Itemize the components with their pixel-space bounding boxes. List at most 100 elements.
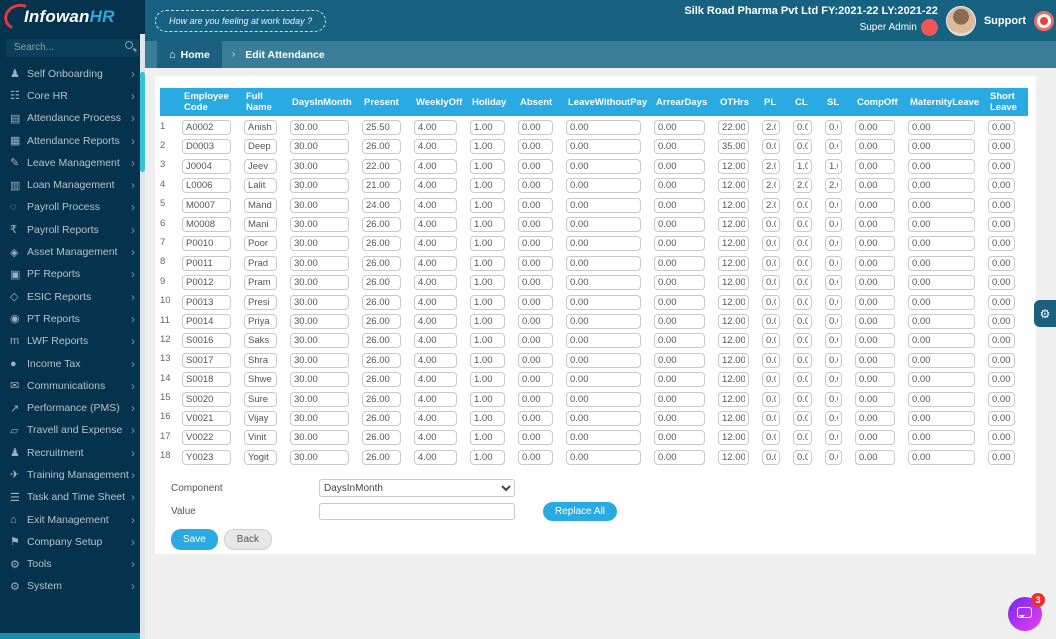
cell-input-arrear-days[interactable] xyxy=(654,158,705,174)
cell-input-ot-hrs[interactable] xyxy=(718,120,749,136)
cell-input-sl[interactable] xyxy=(825,158,842,174)
cell-input-absent[interactable] xyxy=(518,197,553,213)
cell-input-comp-off[interactable] xyxy=(855,120,895,136)
sidebar-search-input[interactable] xyxy=(6,38,139,57)
cell-input-days-in-month[interactable] xyxy=(290,372,349,388)
cell-input-sl[interactable] xyxy=(825,391,842,407)
cell-input-ot-hrs[interactable] xyxy=(718,430,749,446)
sidebar-scrollbar-horizontal[interactable] xyxy=(0,633,140,639)
sidebar-item-attendance-process[interactable]: ▤ Attendance Process › xyxy=(0,107,145,129)
cell-input-short-leave[interactable] xyxy=(988,120,1015,136)
cell-input-cl[interactable] xyxy=(793,197,812,213)
sidebar-item-performance-pms[interactable]: ↗ Performance (PMS) › xyxy=(0,397,145,419)
sidebar-item-task-and-time-sheet[interactable]: ☰ Task and Time Sheet › xyxy=(0,486,145,508)
cell-input-pl[interactable] xyxy=(762,333,780,349)
cell-input-comp-off[interactable] xyxy=(855,314,895,329)
cell-input-employee-code[interactable] xyxy=(182,236,231,252)
cell-input-ot-hrs[interactable] xyxy=(718,236,749,252)
mood-check-button[interactable]: How are you feeling at work today ? xyxy=(155,9,327,32)
settings-flyout-tab[interactable]: ⚙ xyxy=(1034,300,1056,327)
cell-input-maternity-leave[interactable] xyxy=(908,120,975,136)
cell-input-employee-code[interactable] xyxy=(182,197,231,213)
cell-input-cl[interactable] xyxy=(793,255,812,271)
cell-input-short-leave[interactable] xyxy=(988,314,1015,329)
cell-input-pl[interactable] xyxy=(762,314,780,329)
cell-input-full-name[interactable] xyxy=(244,275,277,291)
cell-input-short-leave[interactable] xyxy=(988,372,1015,388)
cell-input-cl[interactable] xyxy=(793,217,812,233)
component-select[interactable]: DaysInMonth xyxy=(319,479,515,498)
cell-input-comp-off[interactable] xyxy=(855,158,895,174)
cell-input-leave-without-pay[interactable] xyxy=(566,430,641,446)
cell-input-days-in-month[interactable] xyxy=(290,255,349,271)
cell-input-present[interactable] xyxy=(362,430,401,446)
cell-input-present[interactable] xyxy=(362,236,401,252)
cell-input-full-name[interactable] xyxy=(244,449,277,465)
cell-input-days-in-month[interactable] xyxy=(290,430,349,446)
cell-input-full-name[interactable] xyxy=(244,197,277,213)
cell-input-comp-off[interactable] xyxy=(855,217,895,233)
cell-input-absent[interactable] xyxy=(518,120,553,136)
cell-input-cl[interactable] xyxy=(793,333,812,349)
cell-input-full-name[interactable] xyxy=(244,352,277,368)
cell-input-full-name[interactable] xyxy=(244,333,277,349)
cell-input-present[interactable] xyxy=(362,178,401,194)
save-button[interactable]: Save xyxy=(171,529,218,551)
cell-input-holiday[interactable] xyxy=(470,236,505,252)
sidebar-item-pf-reports[interactable]: ▣ PF Reports › xyxy=(0,263,145,285)
cell-input-short-leave[interactable] xyxy=(988,255,1015,271)
value-input[interactable] xyxy=(319,503,515,521)
sidebar-item-leave-management[interactable]: ✎ Leave Management › xyxy=(0,152,145,174)
cell-input-weekly-off[interactable] xyxy=(414,236,457,252)
cell-input-short-leave[interactable] xyxy=(988,449,1015,465)
cell-input-pl[interactable] xyxy=(762,294,780,310)
cell-input-arrear-days[interactable] xyxy=(654,372,705,388)
cell-input-comp-off[interactable] xyxy=(855,236,895,252)
cell-input-leave-without-pay[interactable] xyxy=(566,158,641,174)
sidebar-item-recruitment[interactable]: ♟ Recruitment › xyxy=(0,442,145,464)
cell-input-present[interactable] xyxy=(362,275,401,291)
cell-input-employee-code[interactable] xyxy=(182,255,231,271)
cell-input-present[interactable] xyxy=(362,217,401,233)
sidebar-item-core-hr[interactable]: ☷ Core HR › xyxy=(0,85,145,107)
cell-input-present[interactable] xyxy=(362,294,401,310)
cell-input-days-in-month[interactable] xyxy=(290,314,349,329)
cell-input-maternity-leave[interactable] xyxy=(908,372,975,388)
cell-input-maternity-leave[interactable] xyxy=(908,430,975,446)
cell-input-full-name[interactable] xyxy=(244,391,277,407)
cell-input-sl[interactable] xyxy=(825,352,842,368)
cell-input-comp-off[interactable] xyxy=(855,391,895,407)
cell-input-arrear-days[interactable] xyxy=(654,120,705,136)
cell-input-days-in-month[interactable] xyxy=(290,294,349,310)
cell-input-comp-off[interactable] xyxy=(855,178,895,194)
cell-input-holiday[interactable] xyxy=(470,352,505,368)
cell-input-full-name[interactable] xyxy=(244,410,277,426)
cell-input-present[interactable] xyxy=(362,352,401,368)
cell-input-employee-code[interactable] xyxy=(182,178,231,194)
cell-input-holiday[interactable] xyxy=(470,197,505,213)
avatar[interactable] xyxy=(945,5,976,36)
cell-input-arrear-days[interactable] xyxy=(654,236,705,252)
sidebar-item-communications[interactable]: ✉ Communications › xyxy=(0,375,145,397)
cell-input-sl[interactable] xyxy=(825,236,842,252)
cell-input-full-name[interactable] xyxy=(244,120,277,136)
cell-input-leave-without-pay[interactable] xyxy=(566,352,641,368)
cell-input-holiday[interactable] xyxy=(470,410,505,426)
cell-input-short-leave[interactable] xyxy=(988,352,1015,368)
sidebar-item-exit-management[interactable]: ⌂ Exit Management › xyxy=(0,508,145,530)
sidebar-scrollbar-track[interactable] xyxy=(140,34,145,639)
cell-input-ot-hrs[interactable] xyxy=(718,352,749,368)
cell-input-days-in-month[interactable] xyxy=(290,391,349,407)
cell-input-maternity-leave[interactable] xyxy=(908,352,975,368)
cell-input-absent[interactable] xyxy=(518,217,553,233)
cell-input-full-name[interactable] xyxy=(244,294,277,310)
sidebar-item-esic-reports[interactable]: ◇ ESIC Reports › xyxy=(0,285,145,307)
cell-input-full-name[interactable] xyxy=(244,372,277,388)
cell-input-leave-without-pay[interactable] xyxy=(566,449,641,465)
breadcrumb-home[interactable]: ⌂ Home xyxy=(157,41,222,68)
cell-input-holiday[interactable] xyxy=(470,139,505,155)
cell-input-days-in-month[interactable] xyxy=(290,352,349,368)
cell-input-absent[interactable] xyxy=(518,178,553,194)
cell-input-holiday[interactable] xyxy=(470,333,505,349)
cell-input-absent[interactable] xyxy=(518,314,553,329)
